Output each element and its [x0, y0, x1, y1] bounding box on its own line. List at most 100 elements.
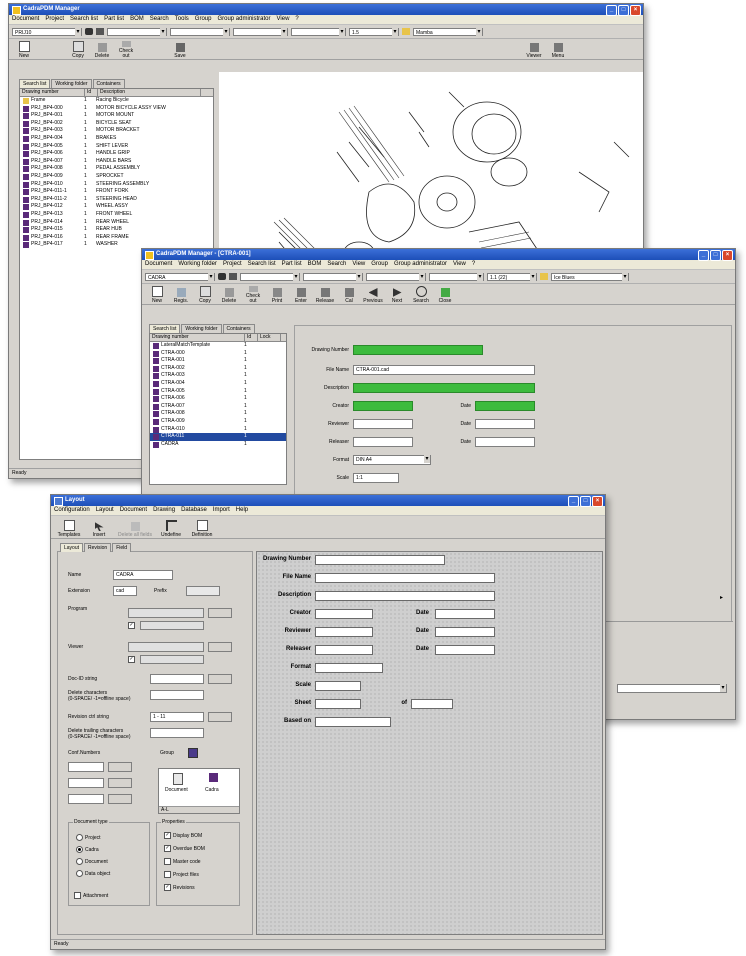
- search-combo-3[interactable]: [366, 272, 426, 281]
- viewer-args-field[interactable]: [140, 655, 204, 664]
- release-button[interactable]: Release: [314, 286, 336, 304]
- program-browse-button[interactable]: [208, 608, 232, 618]
- menu-document[interactable]: Document: [12, 16, 39, 22]
- list-item[interactable]: PRJ_BP4-002 1 BICYCLE SEAT: [20, 120, 213, 128]
- layout-field[interactable]: [315, 609, 373, 619]
- maximize-icon[interactable]: □: [618, 5, 629, 16]
- tab-working-folder[interactable]: Working folder: [181, 324, 222, 333]
- menu-project[interactable]: Project: [223, 261, 242, 267]
- templates-button[interactable]: Templates: [55, 520, 83, 538]
- list-item[interactable]: PRJ_BP4-007 1 HANDLE BARS: [20, 158, 213, 166]
- list-item[interactable]: PRJ_BP4-009 1 SPROCKET: [20, 173, 213, 181]
- attachment-checkbox[interactable]: Attachment: [74, 892, 108, 899]
- list-item[interactable]: CTRA-000 1: [150, 350, 286, 358]
- maximize-icon[interactable]: □: [580, 496, 591, 507]
- undefine-button[interactable]: Undefine: [157, 520, 185, 538]
- tab-working-folder[interactable]: Working folder: [51, 79, 92, 88]
- revision-ctrl-field[interactable]: 1 - 11: [150, 712, 204, 722]
- user-combo[interactable]: Ice Blues: [551, 272, 629, 281]
- list-item[interactable]: LateralMatchTemplate 1: [150, 342, 286, 350]
- program-args-field[interactable]: [140, 621, 204, 630]
- col-lock[interactable]: Lock: [258, 334, 281, 341]
- layout-field[interactable]: [315, 663, 383, 673]
- menu-bom[interactable]: BOM: [308, 261, 322, 267]
- layout-label[interactable]: Description: [257, 592, 311, 598]
- conf-number-field-3[interactable]: [68, 794, 104, 804]
- conf-number-field-1[interactable]: [68, 762, 104, 772]
- releaser-date-field[interactable]: [475, 437, 535, 447]
- extension-field[interactable]: cad: [113, 586, 137, 596]
- lower-panel-select[interactable]: [617, 684, 727, 693]
- scale-field[interactable]: 1:1: [353, 473, 399, 483]
- list-item[interactable]: CTRA-003 1: [150, 372, 286, 380]
- save-button[interactable]: Save: [169, 41, 191, 59]
- menu-import[interactable]: Import: [213, 507, 230, 513]
- scroll-right-icon[interactable]: ▸: [720, 594, 728, 602]
- search-combo-4[interactable]: [429, 272, 484, 281]
- property-checkbox[interactable]: ✓ Revisions: [164, 884, 195, 891]
- list-item[interactable]: Frame 1 Racing Bicycle: [20, 97, 213, 105]
- tab-search-list[interactable]: Search list: [149, 324, 181, 333]
- delete-characters-field[interactable]: [150, 690, 204, 700]
- tab-revision[interactable]: Revision: [84, 543, 112, 552]
- menu-bom[interactable]: BOM: [130, 16, 144, 22]
- layout-field[interactable]: [315, 591, 495, 601]
- releaser-field[interactable]: [353, 437, 413, 447]
- list-item[interactable]: PRJ_BP4-011-1 1 FRONT FORK: [20, 188, 213, 196]
- menu-tools[interactable]: Tools: [175, 16, 189, 22]
- program-checkbox[interactable]: ✓: [128, 622, 137, 629]
- col-drawing-number[interactable]: Drawing number: [150, 334, 245, 341]
- user-combo[interactable]: Mamba: [413, 27, 483, 36]
- reviewer-field[interactable]: [353, 419, 413, 429]
- search-combo-4[interactable]: [291, 27, 346, 36]
- search-combo-1[interactable]: [107, 27, 167, 36]
- doc-type-radio[interactable]: Project: [76, 834, 101, 841]
- menu-document[interactable]: Document: [120, 507, 147, 513]
- layout-date-field[interactable]: [435, 645, 495, 655]
- list-item[interactable]: CTRA-008 1: [150, 410, 286, 418]
- filter-icon[interactable]: [96, 28, 104, 35]
- name-field[interactable]: CADRA: [113, 570, 173, 580]
- project-combo[interactable]: CADRA: [145, 272, 215, 281]
- group-color-swatch[interactable]: [188, 748, 198, 758]
- file-name-field[interactable]: CTRA-001.cad: [353, 365, 535, 375]
- delete-trailing-field[interactable]: [150, 728, 204, 738]
- menu-part-list[interactable]: Part list: [104, 16, 124, 22]
- layout-label[interactable]: Scale: [257, 682, 311, 688]
- viewer-button[interactable]: Viewer: [523, 41, 545, 59]
- list-item[interactable]: CTRA-007 1: [150, 403, 286, 411]
- menu-search-list[interactable]: Search list: [70, 16, 98, 22]
- menu-configuration[interactable]: Configuration: [54, 507, 90, 513]
- menu-group-admin[interactable]: Group administrator: [394, 261, 447, 267]
- property-checkbox[interactable]: Master code: [164, 858, 201, 865]
- property-checkbox[interactable]: ✓ Overdue BOM: [164, 845, 205, 852]
- layout-design-canvas[interactable]: Drawing Number File Name Description Creato…: [256, 551, 603, 935]
- viewer-browse-button[interactable]: [208, 642, 232, 652]
- checkout-button[interactable]: Check out: [115, 41, 137, 59]
- list-item[interactable]: CTRA-006 1: [150, 395, 286, 403]
- project-combo[interactable]: PRIJ10: [12, 27, 82, 36]
- menu-search[interactable]: Search: [150, 16, 169, 22]
- menu-view[interactable]: View: [352, 261, 365, 267]
- binoculars-icon[interactable]: [85, 28, 93, 35]
- layout-field[interactable]: [315, 573, 495, 583]
- copy-button[interactable]: Copy: [194, 286, 216, 304]
- viewer-field[interactable]: [128, 642, 204, 652]
- layout-label[interactable]: Releaser: [257, 646, 311, 652]
- menu-group[interactable]: Group: [371, 261, 388, 267]
- search-combo-1[interactable]: [240, 272, 300, 281]
- cal-button[interactable]: Cal: [338, 286, 360, 304]
- menu-layout[interactable]: Layout: [96, 507, 114, 513]
- layout-field[interactable]: [315, 699, 361, 709]
- doc-type-radio[interactable]: Cadra: [76, 846, 99, 853]
- list-item[interactable]: PRJ_BP4-001 1 MOTOR MOUNT: [20, 112, 213, 120]
- property-checkbox[interactable]: ✓ Display BOM: [164, 832, 202, 839]
- list-item[interactable]: PRJ_BP4-004 1 BRAKES: [20, 135, 213, 143]
- menu-database[interactable]: Database: [181, 507, 207, 513]
- search-combo-2[interactable]: [303, 272, 363, 281]
- maximize-icon[interactable]: □: [710, 250, 721, 261]
- menu-project[interactable]: Project: [45, 16, 64, 22]
- menu-view[interactable]: View: [277, 16, 290, 22]
- delete-button[interactable]: Delete: [218, 286, 240, 304]
- copy-button[interactable]: Copy: [67, 41, 89, 59]
